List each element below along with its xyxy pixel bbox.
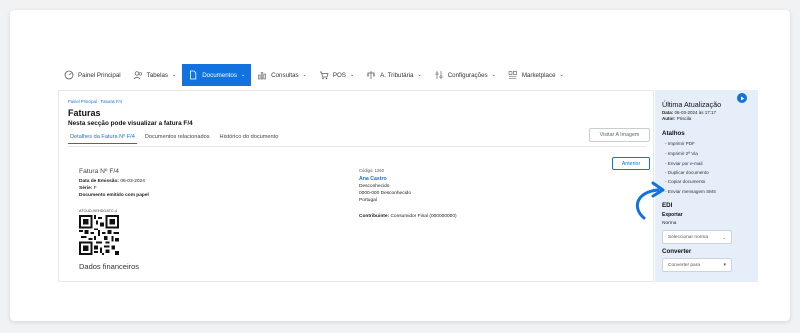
author-value: Priscila <box>676 116 692 121</box>
nav-label: Marketplace <box>521 71 556 79</box>
invoice-title: Fatura Nº F/4 <box>79 168 119 175</box>
convert-heading: Converter <box>662 248 692 255</box>
issue-date-value: 06-03-2024 <box>120 179 145 184</box>
client-address-line1: Desconhecido <box>359 184 390 189</box>
nav-label: Painel Principal <box>78 71 121 79</box>
nav-item-configuracoes[interactable]: Configurações ⌄ <box>428 64 502 86</box>
nav-label: Documentos <box>202 71 237 79</box>
client-address-line2: 0000-000 Desconhecido <box>359 191 412 196</box>
shortcuts-heading: Atalhos <box>662 130 685 137</box>
issue-date-label: Data de Emissão: <box>79 179 119 184</box>
page-title: Faturas <box>68 108 101 118</box>
bar-chart-icon <box>257 70 267 80</box>
nav-label: Configurações <box>447 71 488 79</box>
tab-invoice-details[interactable]: Detalhes da Fatura Nº F/4 <box>68 134 137 144</box>
nav-label: Consultas <box>271 71 299 79</box>
client-country: Portugal <box>359 198 377 203</box>
page-subtitle: Nesta secção pode visualizar a fatura F/… <box>68 120 193 127</box>
client-code: Código: 1260 <box>359 168 384 173</box>
nav-item-pos[interactable]: POS ⌄ <box>313 64 360 86</box>
play-icon[interactable] <box>737 93 747 103</box>
settings-sliders-icon <box>434 70 444 80</box>
last-update-date: Data: 06-03-2024 às 17:17 <box>662 110 716 115</box>
issue-date: Data de Emissão: 06-03-2024 <box>79 179 145 184</box>
tab-document-history[interactable]: Histórico do documento <box>218 134 281 144</box>
chevron-down-icon: ⌄ <box>491 72 496 78</box>
author-label: Autor: <box>662 116 676 121</box>
breadcrumb[interactable]: Painel Principal · Faturas F/4 <box>68 99 122 104</box>
last-update-author: Autor: Priscila <box>662 116 691 121</box>
nav-label: Tabelas <box>146 71 168 79</box>
chevron-down-icon: ⌄ <box>240 72 246 78</box>
users-icon <box>133 70 143 80</box>
taxpayer-value: Consumidor Final (000000000) <box>390 214 457 219</box>
date-value: 06-03-2024 às 17:17 <box>674 110 717 115</box>
shortcut-send-email[interactable]: - Enviar por e-mail <box>665 161 703 166</box>
nav-label: A. Tributária <box>380 71 414 79</box>
nav-label: POS <box>332 71 346 79</box>
nav-item-painel-principal[interactable]: Painel Principal <box>58 64 127 86</box>
screenshot-card: Painel Principal Tabelas ⌄ Documentos ⌄ … <box>10 10 790 321</box>
last-update-title: Última Atualização <box>662 100 722 109</box>
taxpayer-label: Contribuinte: <box>359 214 390 219</box>
chevron-down-icon: ⌄ <box>559 72 564 78</box>
paper-note: Documento emitido com papel <box>79 193 149 198</box>
document-icon <box>188 70 198 80</box>
tabs-divider <box>68 146 646 147</box>
nav-item-a-tributaria[interactable]: A. Tributária ⌄ <box>360 64 428 86</box>
shortcut-print-pdf[interactable]: - Imprimir PDF <box>665 141 695 146</box>
norm-select[interactable]: Seleccionar norma ⌄ <box>662 230 732 244</box>
chevron-down-icon: ⌄ <box>722 234 726 240</box>
series: Série: F <box>79 186 97 191</box>
convert-select[interactable]: Converter para ▾ <box>662 258 732 272</box>
nav-item-consultas[interactable]: Consultas ⌄ <box>251 64 313 86</box>
app-window: Painel Principal Tabelas ⌄ Documentos ⌄ … <box>58 44 758 282</box>
view-image-button[interactable]: Visitar A Imagem <box>589 128 650 142</box>
tab-bar: Detalhes da Fatura Nº F/4 Documentos rel… <box>68 134 280 144</box>
client-taxpayer: Contribuinte: Consumidor Final (00000000… <box>359 214 457 219</box>
nav-item-tabelas[interactable]: Tabelas ⌄ <box>127 64 183 86</box>
previous-button[interactable]: Anterior <box>612 157 650 170</box>
nav-item-marketplace[interactable]: Marketplace ⌄ <box>502 64 570 86</box>
chevron-down-icon: ⌄ <box>171 72 177 78</box>
highlight-arrow-icon <box>635 181 665 220</box>
qr-code <box>79 215 119 255</box>
qr-code-text: ATCUD:XEHDGATC-4 <box>79 209 118 213</box>
chevron-down-icon: ⌄ <box>417 72 422 78</box>
convert-select-value: Converter para <box>668 262 700 268</box>
main-nav: Painel Principal Tabelas ⌄ Documentos ⌄ … <box>58 64 758 86</box>
financial-section-title: Dados financeiros <box>79 262 140 271</box>
chevron-down-icon: ⌄ <box>302 72 307 78</box>
tab-related-documents[interactable]: Documentos relacionados <box>143 134 212 144</box>
chevron-down-icon: ▾ <box>723 262 726 268</box>
norm-select-value: Seleccionar norma <box>668 234 708 240</box>
dashboard-icon <box>64 70 74 80</box>
series-label: Série: <box>79 186 93 191</box>
nav-item-documentos[interactable]: Documentos ⌄ <box>182 64 252 86</box>
invoice-content-panel: Painel Principal · Faturas F/4 Faturas N… <box>58 90 654 282</box>
shortcut-print-2nd-copy[interactable]: - Imprimir 2ª Via <box>665 151 698 156</box>
paper-note-text: Documento emitido com papel <box>79 193 149 198</box>
grid-icon <box>508 70 518 80</box>
date-label: Data: <box>662 110 674 115</box>
chevron-down-icon: ⌄ <box>349 72 355 78</box>
series-value: F <box>93 186 97 191</box>
balance-icon <box>366 70 376 80</box>
shortcut-duplicate-document[interactable]: - Duplicar documento <box>665 170 709 175</box>
client-name-link[interactable]: Ana Castro <box>359 176 387 182</box>
cart-icon <box>319 70 329 80</box>
